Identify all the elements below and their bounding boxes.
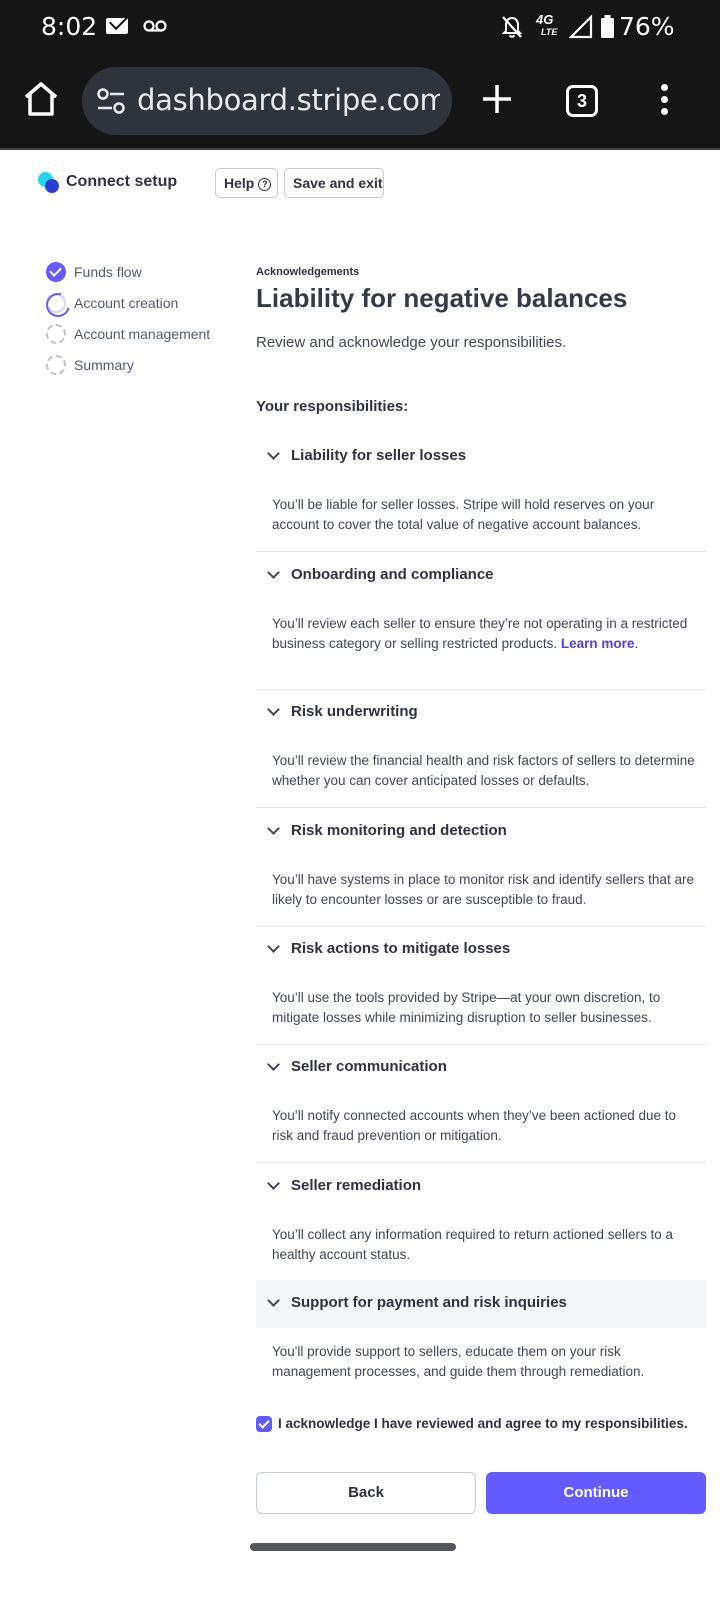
accordion-title: Support for payment and risk inquiries bbox=[291, 1294, 567, 1311]
accordion-title: Seller communication bbox=[291, 1058, 447, 1075]
step-label: Account creation bbox=[74, 295, 179, 311]
accordion-title: Seller remediation bbox=[291, 1177, 422, 1194]
learn-more-link[interactable]: Learn more bbox=[561, 636, 635, 651]
url-text: dashboard.stripe.com/co bbox=[137, 83, 440, 117]
chevron-down-icon bbox=[268, 826, 278, 836]
accordion-body: You’ll notify connected accounts when th… bbox=[272, 1108, 677, 1143]
accordion-header[interactable]: Support for payment and risk inquiries bbox=[256, 1280, 706, 1328]
site-settings-icon[interactable] bbox=[96, 87, 126, 115]
network-subtype: LTE bbox=[541, 27, 558, 37]
save-and-exit-button[interactable]: Save and exit bbox=[284, 168, 384, 198]
signal-icon bbox=[569, 15, 593, 39]
accordion-header[interactable]: Onboarding and compliance bbox=[256, 552, 706, 600]
network-type: 4G bbox=[536, 12, 554, 27]
continue-button[interactable]: Continue bbox=[486, 1472, 706, 1514]
accordion-title: Risk monitoring and detection bbox=[291, 822, 507, 839]
accordion-header[interactable]: Seller communication bbox=[256, 1044, 706, 1092]
pending-circle-icon bbox=[46, 324, 66, 344]
acknowledge-label[interactable]: I acknowledge I have reviewed and agree … bbox=[278, 1416, 688, 1431]
app-title: Connect setup bbox=[66, 173, 178, 190]
accordion-title: Onboarding and compliance bbox=[291, 566, 494, 583]
tabs-icon[interactable]: 3 bbox=[566, 85, 598, 117]
chevron-down-icon bbox=[268, 944, 278, 954]
voicemail-icon bbox=[143, 20, 167, 32]
accordion-title: Risk underwriting bbox=[291, 703, 418, 720]
battery-icon bbox=[601, 15, 614, 38]
more-vert-icon[interactable] bbox=[658, 84, 672, 116]
app-header: Connect setup Help? Save and exit bbox=[0, 152, 720, 212]
accordion-title: Risk actions to mitigate losses bbox=[291, 940, 511, 957]
progress-circle-icon bbox=[46, 293, 66, 313]
page-subtitle: Review and acknowledge your responsibili… bbox=[256, 334, 567, 351]
page-title: Liability for negative balances bbox=[256, 283, 628, 313]
pending-circle-icon bbox=[46, 355, 66, 375]
accordion-title: Liability for seller losses bbox=[291, 447, 467, 464]
browser-toolbar: dashboard.stripe.com/co 3 bbox=[0, 56, 720, 150]
home-icon[interactable] bbox=[20, 78, 62, 120]
check-circle-icon bbox=[46, 262, 66, 282]
mail-icon bbox=[106, 18, 128, 34]
network-indicator: 4G LTE bbox=[536, 12, 558, 38]
step-label: Account management bbox=[74, 326, 211, 342]
accordion-header[interactable]: Seller remediation bbox=[256, 1163, 706, 1211]
section-eyebrow: Acknowledgements bbox=[256, 266, 360, 278]
chevron-down-icon bbox=[268, 1298, 278, 1308]
accordion-header[interactable]: Risk monitoring and detection bbox=[256, 808, 706, 856]
plus-icon[interactable] bbox=[480, 82, 514, 116]
address-bar[interactable]: dashboard.stripe.com/co bbox=[82, 67, 452, 135]
accordion-body: You’ll use the tools provided by Stripe—… bbox=[272, 990, 661, 1025]
stripe-connect-logo-icon bbox=[38, 172, 62, 196]
help-circle-icon: ? bbox=[258, 178, 272, 191]
chevron-down-icon bbox=[268, 707, 278, 717]
accordion-body: You'll provide support to sellers, educa… bbox=[272, 1344, 645, 1379]
accordion-body: You’ll have systems in place to monitor … bbox=[272, 872, 694, 907]
accordion-body: You’ll review each seller to ensure they… bbox=[272, 614, 697, 654]
responsibilities-heading: Your responsibilities: bbox=[256, 398, 409, 415]
accordion-body: You’ll be liable for seller losses. Stri… bbox=[272, 497, 655, 532]
accordion-header[interactable]: Risk underwriting bbox=[256, 689, 706, 737]
battery-percent: 76% bbox=[619, 12, 675, 41]
accordion-body: You’ll collect any information required … bbox=[272, 1227, 673, 1262]
gesture-nav-bar[interactable] bbox=[250, 1543, 456, 1551]
help-button[interactable]: Help? bbox=[215, 168, 278, 198]
chevron-down-icon bbox=[268, 451, 278, 461]
back-button[interactable]: Back bbox=[256, 1472, 476, 1514]
chevron-down-icon bbox=[268, 1181, 278, 1191]
status-time: 8:02 bbox=[41, 12, 98, 41]
chevron-down-icon bbox=[268, 570, 278, 580]
help-label: Help bbox=[224, 175, 255, 191]
step-label: Funds flow bbox=[74, 264, 142, 280]
bell-off-icon bbox=[501, 16, 523, 38]
chevron-down-icon bbox=[268, 1062, 278, 1072]
accordion-header[interactable]: Liability for seller losses bbox=[256, 433, 706, 481]
accordion-header[interactable]: Risk actions to mitigate losses bbox=[256, 926, 706, 974]
checkbox-icon[interactable] bbox=[256, 1416, 272, 1432]
link-suffix: . bbox=[634, 636, 639, 651]
status-bar: 8:02 4G LTE 76% bbox=[0, 0, 720, 56]
step-label: Summary bbox=[74, 357, 134, 373]
acknowledge-row[interactable]: I acknowledge I have reviewed and agree … bbox=[256, 1414, 706, 1434]
accordion-body: You’ll review the financial health and r… bbox=[272, 753, 695, 788]
